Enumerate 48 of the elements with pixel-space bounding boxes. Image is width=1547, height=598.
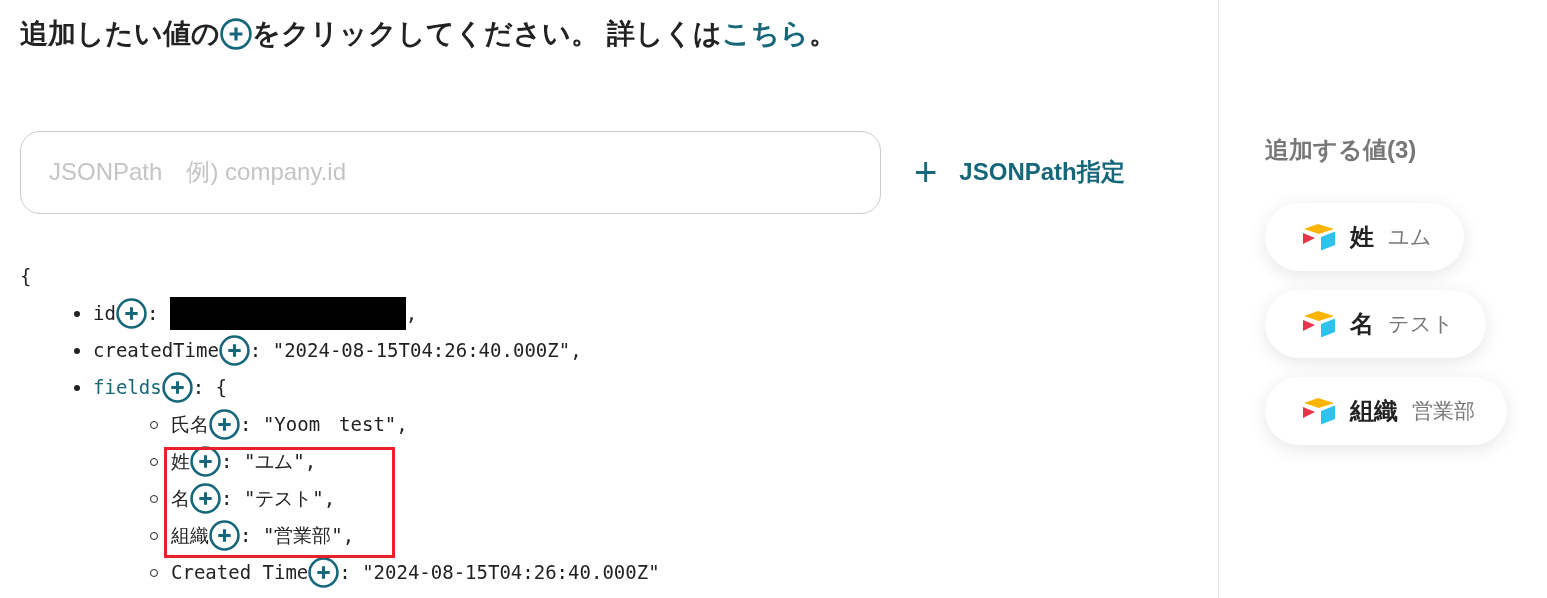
key-text: 名 bbox=[171, 486, 190, 512]
add-circle-icon[interactable] bbox=[308, 557, 340, 588]
tricolor-box-icon bbox=[1302, 397, 1336, 425]
panel-title: 追加する値(3) bbox=[1265, 135, 1417, 165]
value-text: : "ユム", bbox=[221, 449, 317, 475]
value-text: , bbox=[405, 301, 418, 327]
help-link[interactable]: こちら bbox=[721, 18, 809, 49]
brace-text: { bbox=[20, 264, 32, 289]
jsonpath-field[interactable]: JSONPath 例) company.id bbox=[20, 130, 881, 214]
value-chip[interactable]: 組織 営業部 bbox=[1265, 377, 1507, 445]
key-text: createdTime bbox=[93, 338, 219, 364]
bullet-icon bbox=[74, 310, 80, 317]
add-circle-icon[interactable] bbox=[218, 335, 250, 366]
key-text: 氏名 bbox=[171, 412, 209, 438]
add-circle-icon[interactable] bbox=[190, 446, 221, 477]
tricolor-box-icon bbox=[1302, 223, 1336, 251]
value-text: : bbox=[146, 301, 160, 327]
add-circle-icon bbox=[220, 18, 252, 50]
value-text: : "2024-08-15T04:26:40.000Z", bbox=[249, 338, 582, 364]
value-chip[interactable]: 姓 ユム bbox=[1265, 203, 1464, 271]
instruction-text: をクリックしてください。 詳しくはこちら。 bbox=[252, 17, 837, 51]
chip-name: 姓 bbox=[1350, 222, 1374, 252]
key-text: Created Time bbox=[171, 560, 309, 586]
value-text: : "テスト", bbox=[221, 486, 336, 512]
value-text: : "2024-08-15T04:26:40.000Z" bbox=[339, 560, 660, 586]
key-text: id bbox=[93, 301, 116, 327]
bullet-icon bbox=[74, 347, 80, 354]
chip-name: 名 bbox=[1350, 309, 1374, 339]
value-text: : "Yoom test", bbox=[240, 412, 408, 438]
bullet-icon bbox=[74, 384, 80, 391]
key-text: 組織 bbox=[171, 523, 209, 549]
add-circle-icon[interactable] bbox=[209, 409, 240, 440]
chip-name: 組織 bbox=[1350, 396, 1398, 426]
add-circle-icon[interactable] bbox=[190, 483, 221, 514]
chip-value: テスト bbox=[1388, 311, 1454, 338]
value-text: : "営業部", bbox=[240, 523, 355, 549]
add-circle-icon[interactable] bbox=[209, 520, 240, 551]
add-circle-icon[interactable] bbox=[115, 298, 147, 329]
jsonpath-button[interactable]: + JSONPath指定 bbox=[914, 152, 1125, 192]
chip-value: ユム bbox=[1388, 224, 1432, 251]
value-text: : { bbox=[192, 375, 227, 401]
tricolor-box-icon bbox=[1302, 310, 1336, 338]
chip-value: 営業部 bbox=[1412, 398, 1475, 425]
value-chip[interactable]: 名 テスト bbox=[1265, 290, 1486, 358]
add-circle-icon[interactable] bbox=[161, 372, 193, 403]
instruction-text: 追加したい値の bbox=[20, 17, 220, 51]
key-text: fields bbox=[93, 375, 162, 401]
key-text: 姓 bbox=[171, 449, 190, 475]
